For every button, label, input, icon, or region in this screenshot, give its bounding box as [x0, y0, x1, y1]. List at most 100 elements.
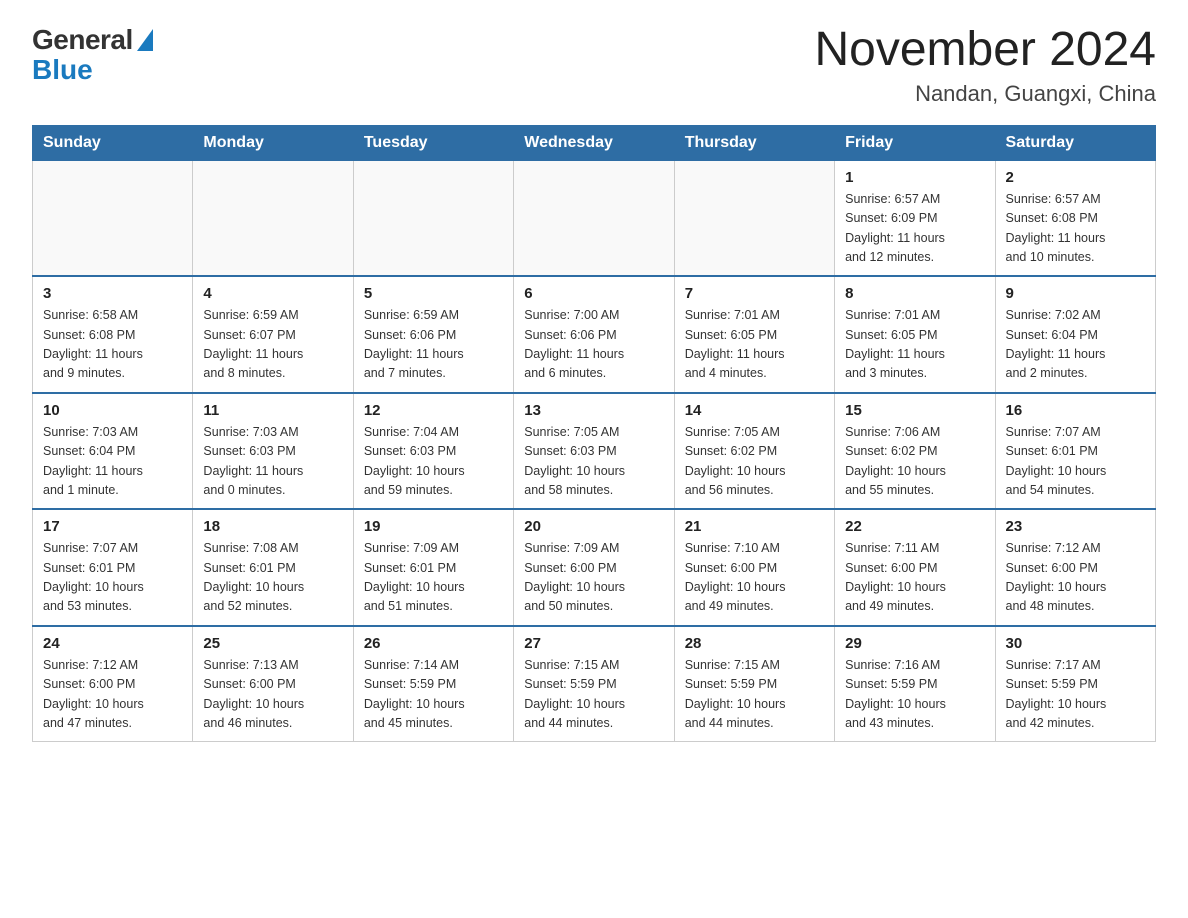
day-sun-info: Sunrise: 7:15 AM Sunset: 5:59 PM Dayligh… [524, 656, 663, 734]
calendar-day-cell: 13 Sunrise: 7:05 AM Sunset: 6:03 PM Dayli… [514, 393, 674, 510]
calendar-day-cell: 2Sunrise: 6:57 AM Sunset: 6:08 PM Daylig… [995, 160, 1155, 276]
day-sun-info: Sunrise: 7:07 AM Sunset: 6:01 PM Dayligh… [1006, 423, 1145, 501]
day-sun-info: Sunrise: 6:57 AM Sunset: 6:09 PM Dayligh… [845, 190, 984, 268]
calendar-day-cell: 22 Sunrise: 7:11 AM Sunset: 6:00 PM Dayli… [835, 509, 995, 626]
day-sun-info: Sunrise: 7:14 AM Sunset: 5:59 PM Dayligh… [364, 656, 503, 734]
day-of-week-header: Sunday [33, 125, 193, 160]
day-number: 1 [845, 169, 984, 186]
day-number: 12 [364, 402, 503, 419]
day-number: 21 [685, 518, 824, 535]
day-number: 11 [203, 402, 342, 419]
calendar-day-cell: 24Sunrise: 7:12 AM Sunset: 6:00 PM Dayli… [33, 626, 193, 742]
day-number: 29 [845, 635, 984, 652]
day-number: 6 [524, 285, 663, 302]
day-sun-info: Sunrise: 7:01 AM Sunset: 6:05 PM Dayligh… [685, 306, 824, 384]
day-number: 7 [685, 285, 824, 302]
day-sun-info: Sunrise: 7:05 AM Sunset: 6:02 PM Dayligh… [685, 423, 824, 501]
day-sun-info: Sunrise: 7:15 AM Sunset: 5:59 PM Dayligh… [685, 656, 824, 734]
calendar-day-cell: 23Sunrise: 7:12 AM Sunset: 6:00 PM Dayli… [995, 509, 1155, 626]
logo-triangle-icon [137, 29, 153, 51]
calendar-day-cell: 28 Sunrise: 7:15 AM Sunset: 5:59 PM Dayli… [674, 626, 834, 742]
calendar-day-cell: 9 Sunrise: 7:02 AM Sunset: 6:04 PM Daylig… [995, 276, 1155, 393]
calendar-day-cell: 4 Sunrise: 6:59 AM Sunset: 6:07 PM Daylig… [193, 276, 353, 393]
calendar-week-row: 24Sunrise: 7:12 AM Sunset: 6:00 PM Dayli… [33, 626, 1156, 742]
month-title: November 2024 [814, 24, 1156, 77]
calendar-week-row: 10Sunrise: 7:03 AM Sunset: 6:04 PM Dayli… [33, 393, 1156, 510]
day-number: 28 [685, 635, 824, 652]
calendar-day-cell [514, 160, 674, 276]
calendar-day-cell: 5 Sunrise: 6:59 AM Sunset: 6:06 PM Daylig… [353, 276, 513, 393]
day-sun-info: Sunrise: 7:09 AM Sunset: 6:00 PM Dayligh… [524, 539, 663, 617]
calendar-day-cell: 16 Sunrise: 7:07 AM Sunset: 6:01 PM Dayli… [995, 393, 1155, 510]
day-number: 4 [203, 285, 342, 302]
calendar-day-cell: 27 Sunrise: 7:15 AM Sunset: 5:59 PM Dayli… [514, 626, 674, 742]
day-number: 19 [364, 518, 503, 535]
day-of-week-header: Monday [193, 125, 353, 160]
calendar-week-row: 1 Sunrise: 6:57 AM Sunset: 6:09 PM Daylig… [33, 160, 1156, 276]
day-sun-info: Sunrise: 7:11 AM Sunset: 6:00 PM Dayligh… [845, 539, 984, 617]
calendar-day-cell: 6Sunrise: 7:00 AM Sunset: 6:06 PM Daylig… [514, 276, 674, 393]
day-number: 13 [524, 402, 663, 419]
day-sun-info: Sunrise: 6:59 AM Sunset: 6:07 PM Dayligh… [203, 306, 342, 384]
day-number: 15 [845, 402, 984, 419]
calendar-header-row: SundayMondayTuesdayWednesdayThursdayFrid… [33, 125, 1156, 160]
day-sun-info: Sunrise: 7:16 AM Sunset: 5:59 PM Dayligh… [845, 656, 984, 734]
day-number: 8 [845, 285, 984, 302]
day-number: 30 [1006, 635, 1145, 652]
logo: General Blue [32, 24, 153, 86]
calendar-day-cell: 1 Sunrise: 6:57 AM Sunset: 6:09 PM Daylig… [835, 160, 995, 276]
calendar-day-cell: 19 Sunrise: 7:09 AM Sunset: 6:01 PM Dayli… [353, 509, 513, 626]
calendar-day-cell: 11 Sunrise: 7:03 AM Sunset: 6:03 PM Dayli… [193, 393, 353, 510]
day-of-week-header: Thursday [674, 125, 834, 160]
calendar-day-cell: 14Sunrise: 7:05 AM Sunset: 6:02 PM Dayli… [674, 393, 834, 510]
calendar-day-cell [353, 160, 513, 276]
calendar-day-cell: 18 Sunrise: 7:08 AM Sunset: 6:01 PM Dayli… [193, 509, 353, 626]
day-sun-info: Sunrise: 7:03 AM Sunset: 6:04 PM Dayligh… [43, 423, 182, 501]
day-sun-info: Sunrise: 7:03 AM Sunset: 6:03 PM Dayligh… [203, 423, 342, 501]
day-number: 26 [364, 635, 503, 652]
day-sun-info: Sunrise: 7:10 AM Sunset: 6:00 PM Dayligh… [685, 539, 824, 617]
page-header: General Blue November 2024 Nandan, Guang… [32, 24, 1156, 107]
day-sun-info: Sunrise: 7:17 AM Sunset: 5:59 PM Dayligh… [1006, 656, 1145, 734]
day-sun-info: Sunrise: 7:04 AM Sunset: 6:03 PM Dayligh… [364, 423, 503, 501]
calendar-day-cell [33, 160, 193, 276]
day-number: 9 [1006, 285, 1145, 302]
calendar-day-cell: 29 Sunrise: 7:16 AM Sunset: 5:59 PM Dayli… [835, 626, 995, 742]
day-sun-info: Sunrise: 6:59 AM Sunset: 6:06 PM Dayligh… [364, 306, 503, 384]
day-sun-info: Sunrise: 7:02 AM Sunset: 6:04 PM Dayligh… [1006, 306, 1145, 384]
day-number: 25 [203, 635, 342, 652]
calendar-day-cell: 12 Sunrise: 7:04 AM Sunset: 6:03 PM Dayli… [353, 393, 513, 510]
day-number: 5 [364, 285, 503, 302]
day-of-week-header: Wednesday [514, 125, 674, 160]
calendar-day-cell [193, 160, 353, 276]
day-number: 16 [1006, 402, 1145, 419]
calendar-day-cell: 20 Sunrise: 7:09 AM Sunset: 6:00 PM Dayli… [514, 509, 674, 626]
logo-general-text: General [32, 24, 133, 56]
calendar-day-cell: 21 Sunrise: 7:10 AM Sunset: 6:00 PM Dayli… [674, 509, 834, 626]
calendar-day-cell [674, 160, 834, 276]
calendar-day-cell: 15Sunrise: 7:06 AM Sunset: 6:02 PM Dayli… [835, 393, 995, 510]
day-of-week-header: Friday [835, 125, 995, 160]
day-number: 20 [524, 518, 663, 535]
day-sun-info: Sunrise: 6:57 AM Sunset: 6:08 PM Dayligh… [1006, 190, 1145, 268]
calendar-day-cell: 30 Sunrise: 7:17 AM Sunset: 5:59 PM Dayli… [995, 626, 1155, 742]
calendar-table: SundayMondayTuesdayWednesdayThursdayFrid… [32, 125, 1156, 743]
day-sun-info: Sunrise: 7:05 AM Sunset: 6:03 PM Dayligh… [524, 423, 663, 501]
title-area: November 2024 Nandan, Guangxi, China [814, 24, 1156, 107]
day-sun-info: Sunrise: 7:08 AM Sunset: 6:01 PM Dayligh… [203, 539, 342, 617]
calendar-day-cell: 3 Sunrise: 6:58 AM Sunset: 6:08 PM Daylig… [33, 276, 193, 393]
day-sun-info: Sunrise: 7:13 AM Sunset: 6:00 PM Dayligh… [203, 656, 342, 734]
day-sun-info: Sunrise: 7:07 AM Sunset: 6:01 PM Dayligh… [43, 539, 182, 617]
calendar-day-cell: 7 Sunrise: 7:01 AM Sunset: 6:05 PM Daylig… [674, 276, 834, 393]
day-sun-info: Sunrise: 6:58 AM Sunset: 6:08 PM Dayligh… [43, 306, 182, 384]
day-number: 22 [845, 518, 984, 535]
day-number: 18 [203, 518, 342, 535]
calendar-day-cell: 10Sunrise: 7:03 AM Sunset: 6:04 PM Dayli… [33, 393, 193, 510]
day-of-week-header: Tuesday [353, 125, 513, 160]
calendar-week-row: 3 Sunrise: 6:58 AM Sunset: 6:08 PM Daylig… [33, 276, 1156, 393]
day-number: 3 [43, 285, 182, 302]
logo-blue-text: Blue [32, 54, 93, 85]
day-sun-info: Sunrise: 7:09 AM Sunset: 6:01 PM Dayligh… [364, 539, 503, 617]
day-number: 17 [43, 518, 182, 535]
day-number: 27 [524, 635, 663, 652]
